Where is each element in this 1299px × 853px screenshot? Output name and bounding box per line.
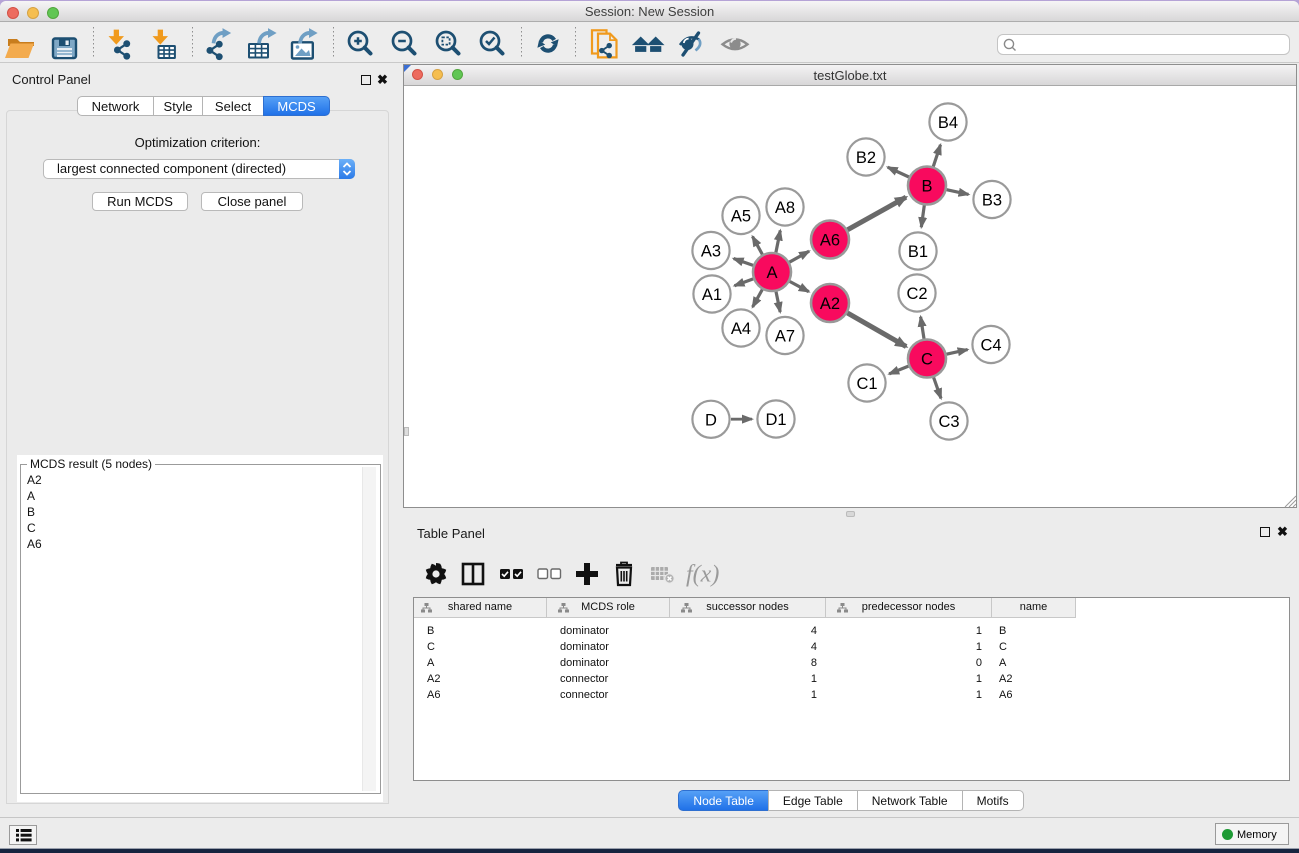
svg-text:f(x): f(x) bbox=[686, 562, 719, 588]
svg-text:A: A bbox=[766, 264, 777, 282]
svg-text:A4: A4 bbox=[731, 320, 751, 338]
svg-text:C1: C1 bbox=[856, 375, 877, 393]
svg-text:C: C bbox=[921, 351, 933, 369]
svg-text:D1: D1 bbox=[765, 411, 786, 429]
svg-text:A7: A7 bbox=[775, 328, 795, 346]
svg-text:A3: A3 bbox=[701, 243, 721, 261]
svg-text:D: D bbox=[705, 411, 717, 429]
svg-text:B4: B4 bbox=[938, 114, 958, 132]
svg-text:A2: A2 bbox=[820, 295, 840, 313]
svg-text:C3: C3 bbox=[938, 413, 959, 431]
svg-text:B: B bbox=[921, 178, 932, 196]
svg-text:B3: B3 bbox=[982, 192, 1002, 210]
svg-text:A5: A5 bbox=[731, 208, 751, 226]
svg-text:C4: C4 bbox=[980, 337, 1001, 355]
svg-text:A8: A8 bbox=[775, 199, 795, 217]
svg-text:A1: A1 bbox=[702, 286, 722, 304]
svg-text:B1: B1 bbox=[908, 243, 928, 261]
svg-text:C2: C2 bbox=[906, 285, 927, 303]
svg-text:A6: A6 bbox=[820, 232, 840, 250]
svg-text:B2: B2 bbox=[856, 149, 876, 167]
